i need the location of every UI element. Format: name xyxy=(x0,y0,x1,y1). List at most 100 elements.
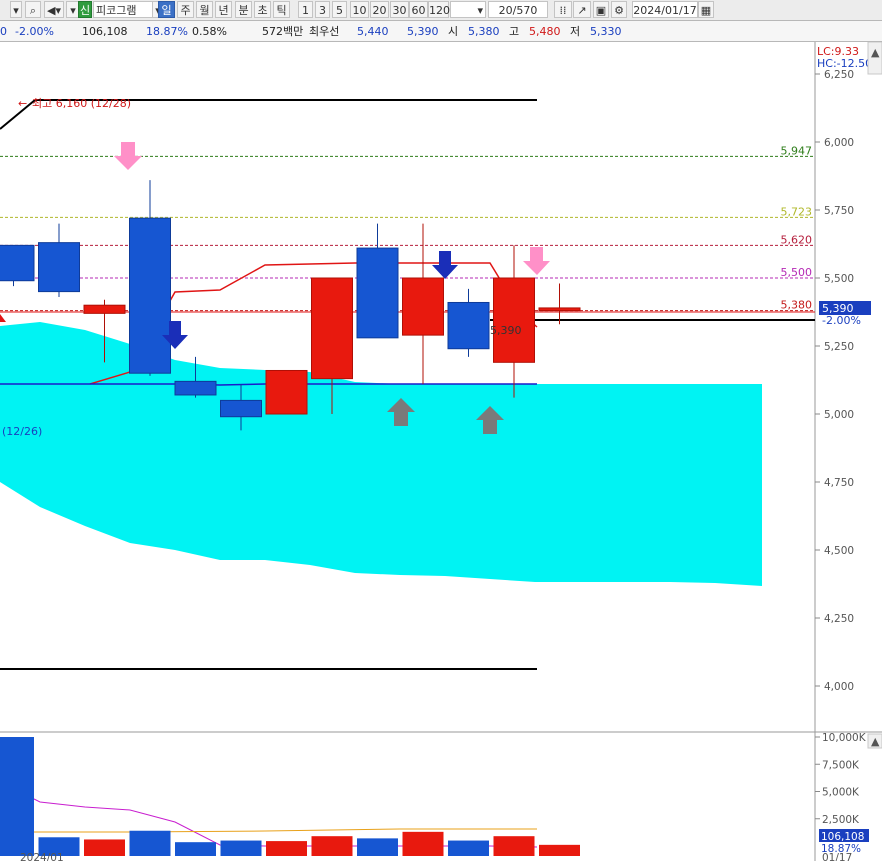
level-line-label: 5,500 xyxy=(781,266,813,279)
interval-1[interactable]: 1 xyxy=(298,1,313,18)
volume-bars xyxy=(0,737,580,856)
volume-bar xyxy=(402,831,444,856)
low-note: (12/26) xyxy=(2,425,42,438)
change-percent: -2.00% xyxy=(15,25,54,38)
turnover-percent: 18.87% xyxy=(146,25,188,38)
best-bid: 5,390 xyxy=(407,25,439,38)
candle-body xyxy=(311,277,353,380)
volume-bar xyxy=(84,839,125,856)
grid-icon[interactable]: ⁞⁞ xyxy=(554,1,572,18)
volume-bar xyxy=(357,838,398,856)
interval-30[interactable]: 30 xyxy=(390,1,409,18)
count-field[interactable]: 20/570 xyxy=(488,1,548,18)
volume-bar xyxy=(0,737,34,856)
price-tick-label: 6,000 xyxy=(824,137,854,149)
candle-body xyxy=(0,244,35,282)
hc-label: HC:-12.50 xyxy=(817,57,872,70)
toolbar: ▾ ⌕ ◀▾ ▾ 신 피코그램 ▾ 일 주 월 년 분 초 틱 1 3 5 10… xyxy=(0,0,882,21)
bottom-date-label: 2024/01 xyxy=(20,852,64,861)
tab-period-second[interactable]: 초 xyxy=(254,1,271,18)
tab-period-month[interactable]: 월 xyxy=(196,1,213,18)
speaker-icon[interactable]: ◀▾ xyxy=(44,1,64,18)
scroll-up-icon[interactable]: ▲ xyxy=(871,735,880,748)
low-value: 5,330 xyxy=(590,25,622,38)
date-field[interactable]: 2024/01/17 xyxy=(632,1,698,18)
dropdown-arrow-icon[interactable]: ▾ xyxy=(10,1,22,18)
high-label: 고 xyxy=(509,25,520,38)
chevron-down-icon: ▾ xyxy=(477,4,483,17)
level-line-label: 5,723 xyxy=(781,205,813,218)
bottom-date-right-label: 01/17 xyxy=(822,852,852,861)
quote-bar: 0 -2.00% 106,108 18.87% 0.58% 572백만 최우선 … xyxy=(0,21,882,61)
level-line-label: 5,380 xyxy=(781,299,813,312)
count-dropdown[interactable]: ▾ xyxy=(450,1,486,18)
change-value: 0 xyxy=(0,25,7,38)
volume-bar xyxy=(129,830,171,856)
calendar-icon[interactable]: ▦ xyxy=(698,1,714,18)
tab-period-week[interactable]: 주 xyxy=(177,1,194,18)
gear-icon[interactable]: ⚙ xyxy=(611,1,627,18)
price-tick-label: 4,500 xyxy=(824,545,854,557)
interval-5[interactable]: 5 xyxy=(332,1,347,18)
price-tick-label: 5,250 xyxy=(824,341,854,353)
level-line-label: 5,620 xyxy=(781,233,813,246)
volume-axis-labels: 10,000K 7,500K 5,000K 2,500K xyxy=(822,732,867,826)
candle-body xyxy=(538,307,581,312)
volume-value: 106,108 xyxy=(82,25,128,38)
open-label: 시 xyxy=(448,25,459,38)
price-tick-label: 5,750 xyxy=(824,205,854,217)
save-icon[interactable]: ▣ xyxy=(593,1,609,18)
low-label: 저 xyxy=(570,25,581,38)
candle-body xyxy=(402,277,444,336)
price-tick-label: 4,250 xyxy=(824,613,854,625)
candle-price-note: 5,390 xyxy=(490,324,522,337)
volume-bar xyxy=(175,842,216,856)
interval-120[interactable]: 120 xyxy=(428,1,450,18)
price-tick-label: 4,000 xyxy=(824,681,854,693)
price-tick-label: 5,000 xyxy=(824,409,854,421)
volume-bar xyxy=(539,844,580,856)
level-line-label: 5,947 xyxy=(781,144,813,157)
search-icon[interactable]: ⌕ xyxy=(25,1,41,18)
volume-tick-label: 2,500K xyxy=(822,814,860,826)
candle-body xyxy=(493,277,535,363)
price-tick-label: 6,250 xyxy=(824,69,854,81)
count-total: /570 xyxy=(512,4,538,17)
interval-20[interactable]: 20 xyxy=(370,1,389,18)
count-value: 20 xyxy=(498,4,513,17)
interval-10[interactable]: 10 xyxy=(350,1,369,18)
candle-body xyxy=(220,399,262,418)
tab-period-tick[interactable]: 틱 xyxy=(273,1,290,18)
volume-ma-line xyxy=(0,781,538,848)
volume-tick-label: 7,500K xyxy=(822,759,860,771)
price-tick-label: 5,500 xyxy=(824,273,854,285)
candle-body xyxy=(447,301,490,350)
sin-badge: 신 xyxy=(78,1,92,18)
amount-value: 572백만 xyxy=(262,25,304,38)
volume-tick-label: 10,000K xyxy=(822,732,867,744)
zoom-icon[interactable]: ↗ xyxy=(573,1,591,18)
scroll-up-icon[interactable]: ▲ xyxy=(871,46,880,59)
indicator-name[interactable]: 피코그램 xyxy=(93,1,153,18)
best-label: 최우선 xyxy=(309,25,340,38)
candle-body xyxy=(356,247,399,339)
candle-body xyxy=(38,242,80,293)
volume-gridlines xyxy=(815,736,820,820)
price-tick-label: 4,750 xyxy=(824,477,854,489)
candle-body xyxy=(265,369,308,415)
volume-bar xyxy=(448,840,489,856)
candle-body xyxy=(83,304,126,314)
tab-period-day[interactable]: 일 xyxy=(158,1,175,18)
high-note: 최고 6,160 (12/28) xyxy=(32,97,131,110)
current-percent-label: -2.00% xyxy=(822,314,861,327)
volume-tick-label: 5,000K xyxy=(822,787,860,799)
interval-3[interactable]: 3 xyxy=(315,1,330,18)
tab-period-year[interactable]: 년 xyxy=(215,1,232,18)
candle-body xyxy=(129,217,171,374)
tab-period-minute[interactable]: 분 xyxy=(235,1,252,18)
interval-60[interactable]: 60 xyxy=(409,1,428,18)
price-chart[interactable]: 5,947 5,723 5,620 5,500 5,380 ← 최고 6,160 (12… xyxy=(0,42,882,861)
open-value: 5,380 xyxy=(468,25,500,38)
volume-current-label: 106,108 xyxy=(821,831,864,843)
volume-bar xyxy=(493,836,535,856)
